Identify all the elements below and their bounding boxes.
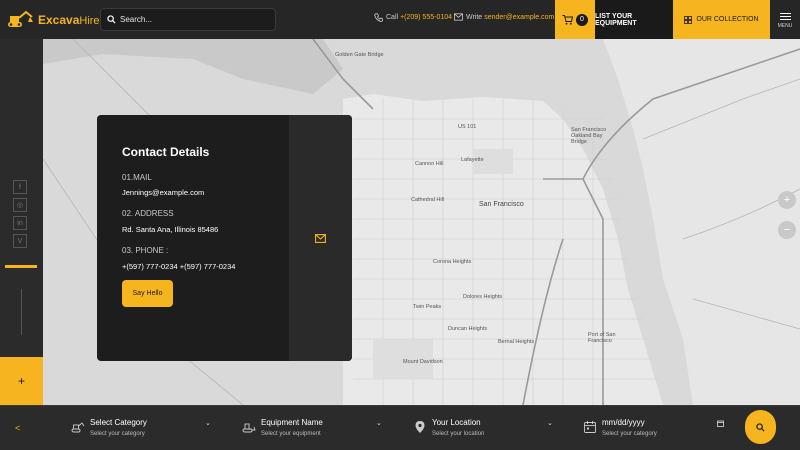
call-label: Call <box>386 14 399 21</box>
chevron-down-icon: ⌄ <box>547 420 553 427</box>
share-icon[interactable]: < <box>15 423 20 433</box>
sidebar-divider <box>21 289 22 335</box>
map-label-dolores: Dolores Heights <box>463 294 503 300</box>
mail-icon <box>454 13 463 21</box>
write-label: Write <box>466 13 483 21</box>
filter-bar: < Select Category Select your category ⌄… <box>0 405 800 450</box>
location-title: Your Location <box>432 418 481 427</box>
mail-label: 01.MAIL <box>122 173 152 182</box>
map-label-bernal: Bernal Heights <box>498 339 535 345</box>
map-label-port: Port of San Francisco <box>588 332 616 344</box>
contact-card: Contact Details 01.MAIL Jennings@example… <box>97 115 352 361</box>
map-label-golden-gate: Golden Gate Bridge <box>335 52 384 58</box>
phone-label: 03. PHONE : <box>122 246 169 255</box>
brand-name: ExcavaHire <box>38 12 100 27</box>
date-title: mm/dd/yyyy <box>602 418 645 427</box>
loader-icon <box>242 423 256 433</box>
map-label-san-francisco: San Francisco <box>479 201 524 208</box>
our-collection-button[interactable]: OUR COLLECTION <box>673 0 770 39</box>
date-sub: Select your category <box>602 431 657 437</box>
mail-value[interactable]: Jennings@example.com <box>122 188 204 197</box>
location-sub: Select your location <box>432 431 485 437</box>
add-button[interactable]: + <box>0 357 43 405</box>
category-title: Select Category <box>90 418 147 427</box>
contact-title: Contact Details <box>122 145 210 159</box>
phone-icon <box>374 13 383 22</box>
map-pin-icon <box>415 421 425 433</box>
search-icon <box>756 422 765 432</box>
say-hello-button[interactable]: Say Hello <box>122 280 173 307</box>
linkedin-icon[interactable]: in <box>13 216 27 230</box>
category-select[interactable]: Select Category Select your category ⌄ <box>71 415 216 443</box>
map-label-us101: US 101 <box>458 124 477 130</box>
equipment-title: Equipment Name <box>261 418 323 427</box>
menu-button[interactable]: MENU <box>770 0 800 39</box>
phone-value[interactable]: +(597) 777-0234 +(597) 777-0234 <box>122 262 235 271</box>
map-label-duncan: Duncan Heights <box>448 326 488 332</box>
location-select[interactable]: Your Location Select your location ⌄ <box>413 415 558 443</box>
map-label-mount-davidson: Mount Davidson <box>403 359 443 365</box>
brand-logo[interactable]: ExcavaHire <box>0 0 100 39</box>
call-number[interactable]: +(209) 555-0104 <box>400 14 452 21</box>
card-side-panel <box>289 115 352 361</box>
hamburger-icon <box>779 11 791 22</box>
vimeo-icon[interactable]: V <box>13 234 27 248</box>
map-label-corona: Corona Heights <box>433 259 472 265</box>
category-sub: Select your category <box>90 431 145 437</box>
search-submit-button[interactable] <box>745 410 776 444</box>
write-email[interactable]: sender@example.com <box>484 14 554 21</box>
menu-label: MENU <box>777 22 793 29</box>
map-label-bay-bridge: San Francisco Oakland Bay Bridge <box>571 127 607 145</box>
cart-button[interactable]: 0 <box>555 0 595 39</box>
envelope-icon[interactable] <box>315 233 326 243</box>
calendar-picker-icon[interactable] <box>717 420 724 427</box>
top-header: ExcavaHire Call +(209) 555-0104 Write se… <box>0 0 800 39</box>
chevron-down-icon: ⌄ <box>376 420 382 427</box>
equipment-sub: Select your equipment <box>261 431 321 437</box>
search-icon <box>107 15 116 24</box>
address-label: 02. ADDRESS <box>122 209 174 218</box>
grid-icon <box>684 15 693 24</box>
search-box[interactable] <box>100 8 276 31</box>
write-info[interactable]: Write sender@example.com <box>454 13 554 21</box>
map-label-twin-peaks: Twin Peaks <box>413 304 442 310</box>
sidebar-accent-bar <box>5 265 37 268</box>
call-info[interactable]: Call +(209) 555-0104 <box>374 13 452 22</box>
map-label-cathedral: Cathedral Hill <box>411 197 445 203</box>
excavator-icon <box>8 10 33 27</box>
cart-count-badge: 0 <box>576 13 588 26</box>
equipment-select[interactable]: Equipment Name Select your equipment ⌄ <box>242 415 387 443</box>
our-collection-label: OUR COLLECTION <box>696 16 759 23</box>
chevron-down-icon: ⌄ <box>205 420 211 427</box>
zoom-out-button[interactable]: − <box>778 221 796 239</box>
instagram-icon[interactable]: ◎ <box>13 198 27 212</box>
facebook-icon[interactable]: f <box>13 180 27 194</box>
zoom-in-button[interactable]: + <box>778 191 796 209</box>
address-value: Rd. Santa Ana, Illinois 85486 <box>122 225 219 234</box>
cart-icon <box>562 14 573 25</box>
map-label-lafayette: Lafayette <box>461 157 484 163</box>
map-label-cannon: Cannon Hill <box>415 161 444 167</box>
calendar-icon <box>584 421 596 433</box>
list-equipment-button[interactable]: LIST YOUR EQUIPMENT <box>595 0 673 39</box>
left-sidebar: f ◎ in V + <box>0 39 43 405</box>
date-input[interactable]: mm/dd/yyyy Select your category <box>583 415 728 443</box>
excavator-small-icon <box>71 422 85 433</box>
search-input[interactable] <box>120 15 260 24</box>
